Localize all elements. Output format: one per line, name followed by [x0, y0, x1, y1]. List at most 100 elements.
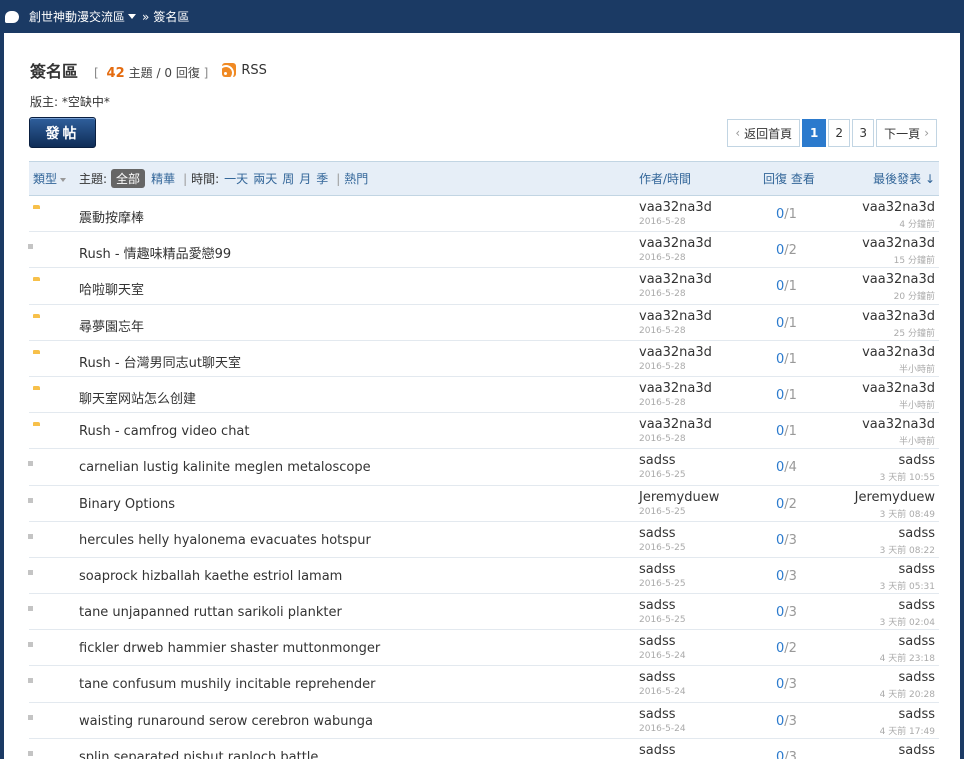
table-row[interactable]: tane confusum mushily incitable reprehen…	[29, 666, 939, 703]
thread-subject-link[interactable]: 哈啦聊天室	[79, 279, 144, 298]
thread-author-link[interactable]: Jeremyduew	[639, 490, 719, 505]
table-row[interactable]: Rush - camfrog video chat vaa32na3d 2016-5…	[29, 413, 939, 450]
thread-author-link[interactable]: sadss	[639, 707, 676, 722]
chevron-down-icon[interactable]	[128, 14, 137, 19]
next-page-button[interactable]: 下一頁	[876, 119, 937, 147]
last-post-time[interactable]: 3 天前 02:04	[880, 615, 935, 628]
thread-subject-link[interactable]: hercules helly hyalonema evacuates hotsp…	[79, 533, 371, 548]
thread-subject-link[interactable]: splin separated pishut raploch battle	[79, 750, 318, 759]
thread-author-link[interactable]: sadss	[639, 453, 676, 468]
table-row[interactable]: tane unjapanned ruttan sarikoli plankter…	[29, 594, 939, 631]
thread-author-link[interactable]: vaa32na3d	[639, 345, 712, 360]
filter-all[interactable]: 全部	[111, 169, 146, 188]
filter-time-month[interactable]: 月	[299, 170, 311, 187]
filter-time-week[interactable]: 周	[282, 170, 294, 187]
last-poster-link[interactable]: sadss	[898, 526, 935, 541]
last-post-time[interactable]: 3 天前 05:31	[880, 579, 935, 592]
page-1-button[interactable]: 1	[802, 119, 827, 147]
last-poster-link[interactable]: sadss	[898, 453, 935, 468]
thread-subject-link[interactable]: 震動按摩棒	[79, 207, 144, 226]
thread-subject-link[interactable]: tane confusum mushily incitable reprehen…	[79, 677, 375, 692]
last-post-time[interactable]: 4 分鐘前	[899, 217, 935, 230]
last-poster-link[interactable]: sadss	[898, 743, 935, 758]
table-row[interactable]: waisting runaround serow cerebron wabung…	[29, 703, 939, 739]
thread-author-link[interactable]: sadss	[639, 562, 676, 577]
last-poster-link[interactable]: vaa32na3d	[862, 417, 935, 432]
thread-subject-link[interactable]: Rush - 情趣味精品愛戀99	[79, 243, 231, 262]
table-row[interactable]: 聊天室网站怎么创建 vaa32na3d 2016-5-28 0/1 vaa32na3d 半…	[29, 377, 939, 414]
last-post-time[interactable]: 4 天前 20:28	[880, 687, 935, 700]
table-row[interactable]: soaprock hizballah kaethe estriol lamam s…	[29, 558, 939, 595]
filter-hot[interactable]: 熱門	[344, 170, 368, 187]
thread-author-link[interactable]: vaa32na3d	[639, 309, 712, 324]
new-post-button[interactable]: 發帖	[29, 117, 96, 148]
thread-author-link[interactable]: vaa32na3d	[639, 417, 712, 432]
last-poster-link[interactable]: sadss	[898, 670, 935, 685]
last-poster-link[interactable]: sadss	[898, 598, 935, 613]
thread-subject-link[interactable]: Rush - 台灣男同志ut聊天室	[79, 352, 241, 371]
thread-author-link[interactable]: vaa32na3d	[639, 200, 712, 215]
table-row[interactable]: Rush - 台灣男同志ut聊天室 vaa32na3d 2016-5-28 0/1 va…	[29, 341, 939, 377]
thread-author-link[interactable]: sadss	[639, 670, 676, 685]
thread-subject-link[interactable]: 尋夢園忘年	[79, 316, 144, 335]
thread-subject-link[interactable]: fickler drweb hammier shaster muttonmong…	[79, 641, 380, 656]
thread-subject-link[interactable]: Rush - camfrog video chat	[79, 424, 250, 439]
thread-subject-link[interactable]: soaprock hizballah kaethe estriol lamam	[79, 569, 342, 584]
last-poster-link[interactable]: sadss	[898, 707, 935, 722]
thread-author-link[interactable]: sadss	[639, 598, 676, 613]
filter-time-day[interactable]: 一天	[224, 170, 248, 187]
thread-subject-link[interactable]: carnelian lustig kalinite meglen metalos…	[79, 460, 371, 475]
last-post-time[interactable]: 4 天前 23:18	[880, 651, 935, 664]
thread-subject-link[interactable]: tane unjapanned ruttan sarikoli plankter	[79, 605, 342, 620]
last-post-time[interactable]: 半小時前	[899, 434, 935, 447]
thread-author-link[interactable]: sadss	[639, 526, 676, 541]
last-poster-link[interactable]: vaa32na3d	[862, 381, 935, 396]
filter-time-two-days[interactable]: 兩天	[253, 170, 277, 187]
sort-author-time[interactable]: 作者/時間	[639, 170, 691, 187]
last-post-time[interactable]: 半小時前	[899, 398, 935, 411]
table-row[interactable]: fickler drweb hammier shaster muttonmong…	[29, 630, 939, 667]
sort-replies-views[interactable]: 回復 查看	[763, 170, 815, 187]
last-post-time[interactable]: 3 天前 10:55	[880, 470, 935, 483]
table-row[interactable]: 震動按摩棒 vaa32na3d 2016-5-28 0/1 vaa32na3d 4 分鐘前	[29, 196, 939, 233]
last-poster-link[interactable]: sadss	[898, 562, 935, 577]
filter-time-season[interactable]: 季	[316, 170, 328, 187]
sort-last-post[interactable]: 最後發表 ↓	[873, 170, 935, 187]
thread-author-link[interactable]: vaa32na3d	[639, 381, 712, 396]
back-home-button[interactable]: 返回首頁	[727, 119, 801, 147]
last-poster-link[interactable]: Jeremyduew	[855, 490, 935, 505]
last-post-time[interactable]: 25 分鐘前	[894, 326, 935, 339]
last-poster-link[interactable]: vaa32na3d	[862, 236, 935, 251]
last-post-time[interactable]: 15 分鐘前	[894, 253, 935, 266]
table-row[interactable]: 哈啦聊天室 vaa32na3d 2016-5-28 0/1 vaa32na3d 20 分鐘…	[29, 268, 939, 305]
last-poster-link[interactable]: vaa32na3d	[862, 309, 935, 324]
type-filter[interactable]: 類型	[33, 170, 67, 187]
thread-author-link[interactable]: sadss	[639, 634, 676, 649]
forum-home-link[interactable]: 創世神動漫交流區	[29, 8, 125, 25]
table-row[interactable]: hercules helly hyalonema evacuates hotsp…	[29, 522, 939, 558]
page-3-button[interactable]: 3	[852, 119, 875, 147]
table-row[interactable]: splin separated pishut raploch battle sad…	[29, 739, 939, 759]
last-post-time[interactable]: 20 分鐘前	[894, 289, 935, 302]
table-row[interactable]: 尋夢園忘年 vaa32na3d 2016-5-28 0/1 vaa32na3d 25 分鐘…	[29, 305, 939, 341]
last-post-time[interactable]: 半小時前	[899, 362, 935, 375]
thread-subject-link[interactable]: waisting runaround serow cerebron wabung…	[79, 714, 373, 729]
table-row[interactable]: Binary Options Jeremyduew 2016-5-25 0/2 Jere…	[29, 486, 939, 522]
thread-author-link[interactable]: sadss	[639, 743, 676, 758]
last-poster-link[interactable]: vaa32na3d	[862, 200, 935, 215]
page-2-button[interactable]: 2	[828, 119, 851, 147]
table-row[interactable]: carnelian lustig kalinite meglen metalos…	[29, 449, 939, 486]
table-row[interactable]: Rush - 情趣味精品愛戀99 vaa32na3d 2016-5-28 0/2 vaa…	[29, 232, 939, 269]
thread-subject-link[interactable]: 聊天室网站怎么创建	[79, 388, 196, 407]
rss-link[interactable]: RSS	[222, 63, 267, 78]
thread-subject-link[interactable]: Binary Options	[79, 497, 175, 512]
last-poster-link[interactable]: vaa32na3d	[862, 345, 935, 360]
last-post-time[interactable]: 3 天前 08:49	[880, 507, 935, 520]
last-post-time[interactable]: 3 天前 08:22	[880, 543, 935, 556]
last-poster-link[interactable]: sadss	[898, 634, 935, 649]
thread-author-link[interactable]: vaa32na3d	[639, 272, 712, 287]
filter-digest[interactable]: 精華	[151, 170, 175, 187]
thread-author-link[interactable]: vaa32na3d	[639, 236, 712, 251]
last-poster-link[interactable]: vaa32na3d	[862, 272, 935, 287]
last-post-time[interactable]: 4 天前 17:49	[880, 724, 935, 737]
